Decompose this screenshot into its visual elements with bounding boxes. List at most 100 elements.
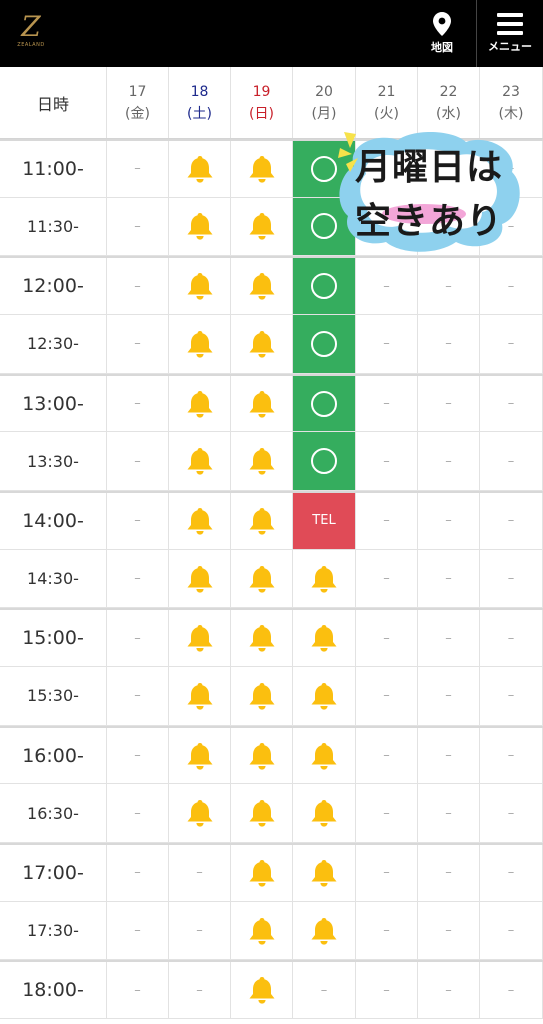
slot-cell[interactable]	[231, 197, 293, 256]
bell-icon	[187, 742, 212, 770]
available-circle-icon	[311, 213, 337, 240]
slot-cell[interactable]	[169, 258, 231, 314]
slot-cell[interactable]	[231, 727, 293, 784]
slot-cell[interactable]	[293, 727, 356, 784]
map-button[interactable]: 地図	[412, 0, 472, 67]
slot-cell[interactable]	[293, 667, 356, 725]
slot-cell[interactable]	[231, 258, 293, 314]
unavailable-dash: –	[134, 805, 141, 821]
bell-icon	[249, 625, 274, 652]
table-row: 13:30- – – – –	[0, 432, 543, 491]
unavailable-dash: –	[134, 630, 141, 646]
slot-cell-open[interactable]	[293, 258, 356, 314]
unavailable-dash: –	[134, 748, 141, 764]
slot-cell: –	[169, 962, 231, 1019]
time-label: 11:00-	[0, 141, 107, 197]
unavailable-dash: –	[445, 278, 452, 294]
unavailable-dash: –	[134, 865, 141, 881]
slot-cell: –	[107, 432, 169, 490]
slot-cell[interactable]	[231, 315, 293, 373]
unavailable-dash: –	[134, 218, 141, 234]
slot-cell[interactable]	[231, 845, 293, 901]
available-circle-icon	[311, 273, 337, 300]
slot-cell[interactable]	[231, 784, 293, 843]
unavailable-dash: –	[383, 688, 390, 704]
bell-icon	[311, 625, 337, 652]
slot-cell[interactable]	[169, 141, 231, 197]
slot-cell[interactable]	[169, 610, 231, 667]
slot-cell-open[interactable]	[293, 375, 356, 432]
brand-logo[interactable]: Z ZEALAND	[14, 12, 48, 56]
corner-label: 日時	[36, 94, 69, 114]
slot-cell-open[interactable]	[293, 315, 356, 373]
promo-badge: 月曜日は 空きあり	[336, 126, 522, 256]
unavailable-dash: –	[445, 982, 452, 998]
slot-cell[interactable]	[169, 432, 231, 490]
slot-cell[interactable]	[293, 610, 356, 667]
slot-cell[interactable]	[293, 784, 356, 843]
bell-icon	[187, 155, 212, 183]
table-row: 16:30- – – – –	[0, 784, 543, 844]
slot-cell[interactable]	[169, 315, 231, 373]
table-row: 15:30- – – – –	[0, 667, 543, 726]
bell-icon	[187, 507, 212, 535]
bell-icon	[249, 977, 274, 1004]
slot-cell[interactable]	[293, 549, 356, 608]
slot-cell[interactable]	[293, 845, 356, 901]
slot-cell-tel[interactable]: TEL	[293, 493, 356, 549]
table-row: 16:00- – – – –	[0, 725, 543, 785]
day-date: 21	[377, 83, 396, 100]
unavailable-dash: –	[134, 923, 141, 939]
unavailable-dash: –	[445, 630, 452, 646]
tel-label: TEL	[312, 513, 336, 529]
slot-cell[interactable]	[169, 727, 231, 784]
slot-cell[interactable]	[231, 141, 293, 197]
time-label: 16:30-	[0, 784, 107, 843]
menu-button[interactable]: メニュー	[476, 0, 543, 67]
slot-cell[interactable]	[231, 549, 293, 608]
menu-label: メニュー	[488, 40, 532, 53]
slot-cell[interactable]	[169, 667, 231, 725]
slot-cell: –	[356, 784, 418, 843]
slot-cell[interactable]	[169, 197, 231, 256]
bell-icon	[187, 273, 212, 300]
day-date: 22	[439, 83, 458, 100]
unavailable-dash: –	[507, 748, 515, 764]
unavailable-dash: –	[134, 571, 141, 587]
unavailable-dash: –	[196, 982, 203, 998]
slot-cell[interactable]	[231, 610, 293, 667]
slot-cell: –	[107, 375, 169, 432]
day-date: 20	[315, 83, 333, 100]
unavailable-dash: –	[383, 748, 390, 764]
bell-icon	[187, 682, 212, 710]
unavailable-dash: –	[383, 805, 390, 821]
slot-cell: –	[356, 432, 418, 490]
unavailable-dash: –	[134, 396, 141, 411]
slot-cell[interactable]	[231, 432, 293, 490]
available-circle-icon	[311, 448, 337, 475]
slot-cell: –	[356, 962, 418, 1019]
slot-cell-open[interactable]	[293, 432, 356, 490]
unavailable-dash: –	[445, 923, 452, 939]
slot-cell[interactable]	[169, 375, 231, 432]
unavailable-dash: –	[507, 805, 515, 821]
bell-icon	[311, 917, 337, 945]
day-weekday: (火)	[374, 105, 399, 122]
slot-cell: –	[480, 315, 543, 373]
app-header: Z ZEALAND 地図 メニュー	[0, 0, 543, 67]
slot-cell[interactable]	[169, 784, 231, 843]
slot-cell[interactable]	[169, 549, 231, 608]
time-label: 17:30-	[0, 901, 107, 960]
unavailable-dash: –	[383, 865, 390, 881]
slot-cell[interactable]	[231, 901, 293, 960]
slot-cell[interactable]	[231, 667, 293, 725]
slot-cell[interactable]	[231, 962, 293, 1019]
table-row: 13:00- – – – –	[0, 373, 543, 433]
day-header-18: 18 (土)	[169, 67, 231, 138]
slot-cell[interactable]	[231, 375, 293, 432]
slot-cell: –	[480, 610, 543, 667]
slot-cell[interactable]	[231, 493, 293, 549]
slot-cell[interactable]	[169, 493, 231, 549]
slot-cell[interactable]	[293, 901, 356, 960]
time-label: 16:00-	[0, 727, 107, 784]
